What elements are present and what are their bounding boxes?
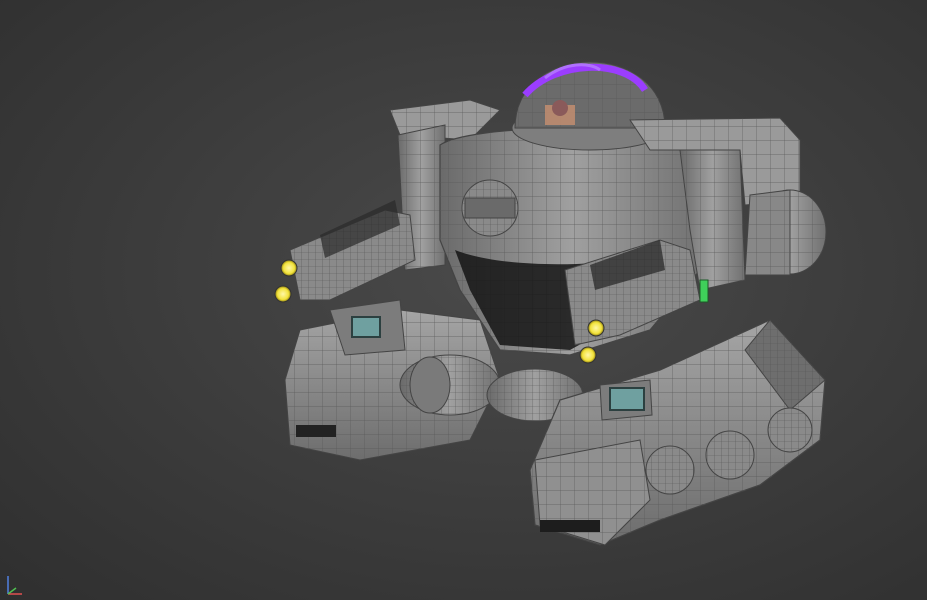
gun-left [274, 200, 416, 356]
robot-model[interactable] [0, 0, 927, 600]
axis-tripod-icon [7, 576, 22, 595]
viewport-3d[interactable] [0, 0, 927, 600]
